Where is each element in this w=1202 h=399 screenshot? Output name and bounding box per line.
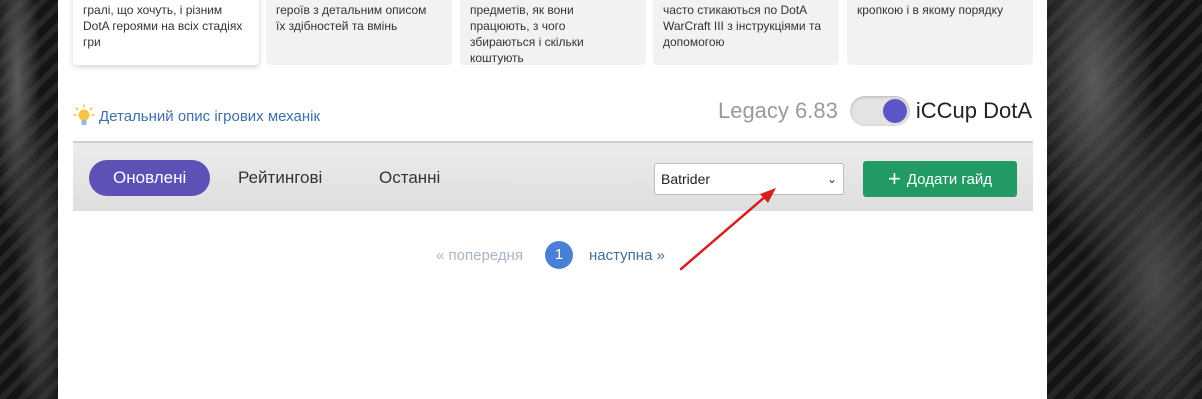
category-card-builds[interactable]: кропкою і в якому порядку (847, 0, 1033, 65)
category-card-heroes-strategy[interactable]: гралі, що хочуть, і різним DotA героями … (73, 0, 259, 65)
card-line: кропкою і в якому порядку (857, 3, 1004, 17)
toggle-knob (882, 99, 907, 123)
card-line: часто стикаються по DotA (663, 3, 808, 17)
tab-updated[interactable]: Оновлені (89, 160, 211, 196)
pagination-next[interactable]: наступна » (589, 247, 665, 264)
card-line: гралі, що хочуть, і різним (83, 3, 223, 17)
hero-select-value: Batrider (661, 171, 711, 187)
add-guide-label: Додати гайд (906, 170, 992, 188)
game-mechanics-label: Детальний опис ігрових механік (99, 107, 321, 125)
card-line: гри (83, 35, 101, 49)
category-card-heroes[interactable]: героїв з детальним описом їх здібностей … (266, 0, 452, 65)
category-card-faq[interactable]: часто стикаються по DotA WarCraft III з … (653, 0, 839, 65)
card-line: героїв з детальним описом (276, 3, 427, 17)
hero-select[interactable]: Batrider ⌄ (654, 163, 844, 195)
lightbulb-icon (73, 104, 95, 128)
game-mechanics-link[interactable]: Детальний опис ігрових механік (73, 104, 320, 128)
chevron-down-icon: ⌄ (826, 172, 837, 186)
card-line: їх здібностей та вмінь (276, 19, 398, 33)
legacy-version-label[interactable]: Legacy 6.83 (718, 98, 838, 124)
add-guide-button[interactable]: + Додати гайд (863, 161, 1017, 197)
background-art-left (0, 0, 58, 399)
card-line: збираються і скільки (470, 35, 584, 49)
category-card-items[interactable]: предметів, як вони працюють, з чого збир… (460, 0, 646, 65)
card-line: WarCraft III з інструкціями та (663, 19, 821, 33)
plus-icon: + (888, 166, 901, 191)
card-line: коштують (470, 51, 524, 65)
guides-toolbar: Оновлені Рейтингові Останні Batrider ⌄ +… (73, 141, 1033, 211)
card-line: предметів, як вони (470, 3, 574, 17)
guide-category-cards: гралі, що хочуть, і різним DotA героями … (73, 0, 1033, 65)
pagination-prev: « попередня (436, 247, 523, 264)
tab-rated[interactable]: Рейтингові (214, 160, 346, 196)
content-panel: гралі, що хочуть, і різним DotA героями … (58, 0, 1047, 399)
pagination-current-page[interactable]: 1 (545, 241, 573, 269)
iccup-version-label[interactable]: iCCup DotA (916, 98, 1032, 124)
tab-latest[interactable]: Останні (355, 160, 464, 196)
background-art-right (1047, 0, 1202, 399)
version-switch: Legacy 6.83 iCCup DotA (718, 96, 1032, 126)
card-line: працюють, з чого (470, 19, 566, 33)
card-line: DotA героями на всіх стадіях (83, 19, 243, 33)
version-toggle[interactable] (849, 96, 910, 126)
card-line: допомогою (663, 35, 725, 49)
pagination: « попередня 1 наступна » (58, 241, 1047, 271)
